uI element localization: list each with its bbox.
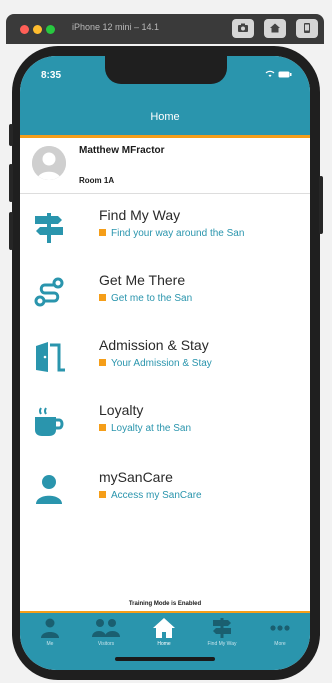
route-icon bbox=[34, 277, 64, 307]
tab-label: More bbox=[274, 641, 286, 647]
status-icons bbox=[265, 70, 292, 80]
volume-down-button bbox=[9, 212, 13, 250]
bullet-square bbox=[99, 424, 106, 431]
notch bbox=[105, 56, 227, 84]
menu-subtitle: Loyalty at the San bbox=[99, 423, 191, 434]
signpost-icon bbox=[35, 213, 63, 243]
page-title: Home bbox=[150, 111, 180, 123]
tab-label: Me bbox=[46, 641, 54, 647]
user-room: Room 1A bbox=[79, 176, 115, 185]
avatar-placeholder-icon bbox=[32, 146, 66, 180]
status-time: 8:35 bbox=[41, 70, 62, 81]
rotate-button[interactable] bbox=[296, 19, 318, 38]
tab-label: Find My Way bbox=[207, 641, 237, 647]
menu-title: Admission & Stay bbox=[99, 337, 209, 353]
mute-switch bbox=[9, 124, 13, 146]
user-name: Matthew MFractor bbox=[79, 145, 165, 156]
menu-item-mysancare[interactable]: mySanCare Access my SanCare bbox=[20, 464, 310, 516]
screenshot-button[interactable] bbox=[232, 19, 254, 38]
menu-title: Get Me There bbox=[99, 272, 186, 288]
tab-label: Visitors bbox=[97, 641, 115, 647]
menu-item-get-me-there[interactable]: Get Me There Get me to the San bbox=[20, 267, 310, 319]
menu-title: Find My Way bbox=[99, 207, 181, 223]
battery-icon bbox=[278, 71, 292, 78]
tab-home[interactable]: Home bbox=[136, 617, 192, 651]
bullet-square bbox=[99, 359, 106, 366]
menu-subtitle: Your Admission & Stay bbox=[99, 358, 212, 369]
training-mode-banner: Training Mode is Enabled bbox=[20, 601, 310, 611]
home-icon bbox=[153, 618, 175, 638]
coffee-cup-icon bbox=[35, 407, 64, 436]
minimize-window-button[interactable] bbox=[33, 25, 42, 34]
menu-subtitle: Access my SanCare bbox=[99, 490, 202, 501]
simulator-title: iPhone 12 mini – 14.1 bbox=[72, 22, 160, 32]
person-icon bbox=[41, 618, 59, 638]
power-button bbox=[319, 176, 323, 234]
signpost-icon bbox=[213, 618, 231, 638]
menu-subtitle: Find your way around the San bbox=[99, 228, 244, 239]
home-button[interactable] bbox=[264, 19, 286, 38]
bullet-square bbox=[99, 294, 106, 301]
wifi-icon bbox=[266, 70, 275, 77]
tab-label: Home bbox=[157, 641, 171, 647]
menu-item-admission-stay[interactable]: Admission & Stay Your Admission & Stay bbox=[20, 332, 310, 384]
tab-bar: Me Visitors Home Find My Way More bbox=[20, 611, 310, 670]
people-icon bbox=[92, 619, 120, 637]
rotate-icon bbox=[304, 23, 310, 33]
menu-item-loyalty[interactable]: Loyalty Loyalty at the San bbox=[20, 397, 310, 449]
menu-item-find-my-way[interactable]: Find My Way Find your way around the San bbox=[20, 202, 310, 254]
tab-find-my-way[interactable]: Find My Way bbox=[194, 617, 250, 651]
device-screen: 8:35 Home Matthew MFractor Room 1A Find … bbox=[20, 56, 310, 670]
avatar bbox=[32, 146, 66, 180]
camera-icon bbox=[238, 23, 248, 32]
menu-title: mySanCare bbox=[99, 469, 173, 485]
simulator-titlebar: iPhone 12 mini – 14.1 bbox=[6, 14, 324, 44]
volume-up-button bbox=[9, 164, 13, 202]
home-icon bbox=[270, 23, 280, 33]
bullet-square bbox=[99, 491, 106, 498]
close-window-button[interactable] bbox=[20, 25, 29, 34]
user-summary[interactable]: Matthew MFractor Room 1A bbox=[20, 138, 310, 194]
tab-me[interactable]: Me bbox=[22, 617, 78, 651]
menu-subtitle: Get me to the San bbox=[99, 293, 192, 304]
home-indicator[interactable] bbox=[115, 657, 215, 661]
bullet-square bbox=[99, 229, 106, 236]
door-icon bbox=[36, 342, 65, 372]
more-icon bbox=[270, 625, 290, 631]
tab-more[interactable]: More bbox=[252, 617, 308, 651]
tab-visitors[interactable]: Visitors bbox=[78, 617, 134, 651]
person-icon bbox=[36, 475, 62, 504]
zoom-window-button[interactable] bbox=[46, 25, 55, 34]
menu-title: Loyalty bbox=[99, 402, 144, 418]
